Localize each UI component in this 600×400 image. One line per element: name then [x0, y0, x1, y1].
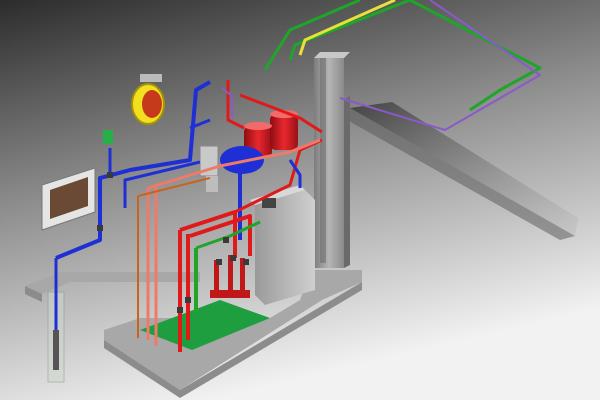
- system-diagram-scene: [0, 0, 600, 400]
- boiler-unit: [250, 185, 315, 305]
- valve-icon: [216, 259, 222, 265]
- green-expansion-tank: [103, 130, 113, 144]
- valve-icon: [223, 237, 229, 243]
- valve-icon: [243, 259, 249, 265]
- valve-icon: [185, 297, 191, 303]
- valve-icon: [177, 307, 183, 313]
- valve-icon: [107, 172, 113, 178]
- valve-icon: [97, 225, 103, 231]
- piping-diagram: [0, 0, 600, 400]
- valve-icon: [230, 255, 236, 261]
